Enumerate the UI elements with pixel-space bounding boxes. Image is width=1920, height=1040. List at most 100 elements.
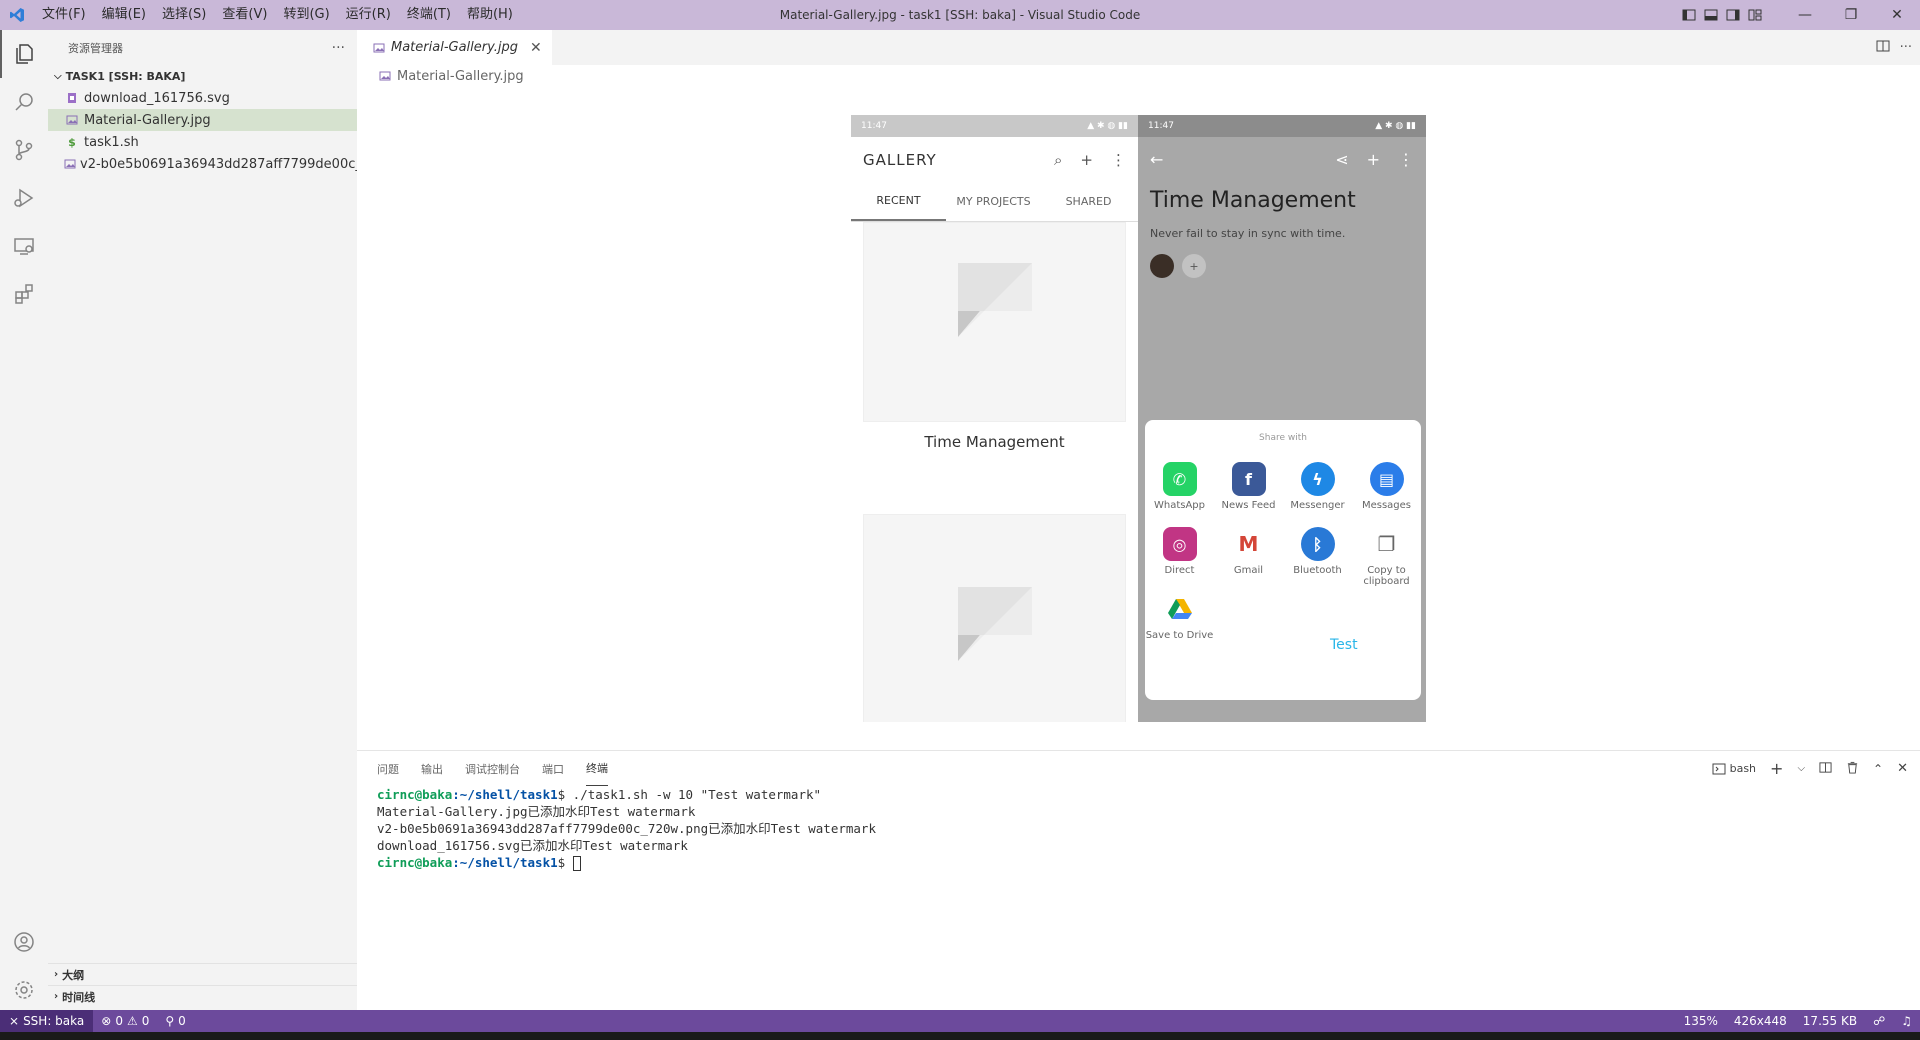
add-person-icon: +	[1182, 254, 1206, 278]
status-right: 135% 426x448 17.55 KB ☍ ♫	[1676, 1010, 1920, 1032]
terminal-line: cirnc@baka:~/shell/task1$ ./task1.sh -w …	[377, 786, 1920, 803]
notifications-bell-icon[interactable]: ♫	[1893, 1014, 1920, 1028]
menu-run[interactable]: 运行(R)	[338, 0, 399, 30]
tab-material-gallery[interactable]: Material-Gallery.jpg ✕	[357, 30, 552, 65]
workspace-section[interactable]: ⌵ TASK1 [SSH: BAKA]	[48, 65, 357, 87]
toggle-primary-sidebar-icon[interactable]	[1678, 0, 1700, 30]
remote-indicator[interactable]: ⨯ SSH: baka	[0, 1010, 94, 1032]
close-button[interactable]: ✕	[1874, 0, 1920, 30]
panel-actions: bash + ⌵ ⌃ ✕	[1712, 751, 1908, 786]
feedback-icon[interactable]: ☍	[1865, 1014, 1893, 1028]
file-name: task1.sh	[84, 134, 139, 150]
toggle-secondary-sidebar-icon[interactable]	[1722, 0, 1744, 30]
customize-layout-icon[interactable]	[1744, 0, 1766, 30]
back-arrow-icon: ←	[1150, 150, 1164, 169]
search-icon[interactable]	[0, 78, 48, 126]
gallery-actions: ⌕ + ⋮	[1054, 151, 1126, 169]
tab-debug-console[interactable]: 调试控制台	[465, 751, 520, 786]
timeline-section[interactable]: › 时间线	[48, 985, 357, 1007]
avatar	[1150, 254, 1174, 278]
window-controls: — ❐ ✕	[1678, 0, 1920, 30]
menu-view[interactable]: 查看(V)	[214, 0, 275, 30]
menu-help[interactable]: 帮助(H)	[459, 0, 521, 30]
menu-file[interactable]: 文件(F)	[34, 0, 94, 30]
gallery-title: GALLERY	[863, 150, 937, 169]
phone-status-icons: ▲ ✱ ◍ ▮▮	[1087, 121, 1128, 131]
antenna-icon: ⚲	[165, 1014, 175, 1028]
more-actions-icon[interactable]: ···	[332, 40, 345, 56]
chevron-down-icon: ⌵	[54, 70, 62, 82]
menu-bar: 文件(F) 编辑(E) 选择(S) 查看(V) 转到(G) 运行(R) 终端(T…	[34, 0, 521, 30]
tab-terminal[interactable]: 终端	[586, 751, 608, 786]
image-file-icon	[64, 156, 76, 172]
error-icon: ⊗	[101, 1014, 112, 1028]
copy-icon: ❐	[1369, 527, 1404, 561]
terminal-line: download_161756.svg已添加水印Test watermark	[377, 838, 688, 853]
run-debug-icon[interactable]	[0, 174, 48, 222]
close-panel-icon[interactable]: ✕	[1897, 761, 1908, 776]
outline-section[interactable]: › 大纲	[48, 963, 357, 985]
trash-icon[interactable]	[1846, 761, 1859, 777]
detail-app-bar: ← ⋖ + ⋮	[1138, 137, 1426, 182]
prompt-path: :~/shell/task1	[452, 855, 558, 870]
file-name: v2-b0e5b0691a36943dd287aff7799de00c_720.…	[80, 156, 357, 172]
prompt-path: :~/shell/task1	[452, 787, 558, 802]
share-app-messages: ▤ Messages	[1352, 462, 1421, 511]
activity-bar	[0, 30, 48, 1010]
tab-output[interactable]: 输出	[421, 751, 443, 786]
gallery-app-bar: GALLERY ⌕ + ⋮	[851, 137, 1138, 182]
terminal-line: Material-Gallery.jpg已添加水印Test watermark	[377, 804, 696, 819]
remote-explorer-icon[interactable]	[0, 222, 48, 270]
extensions-icon[interactable]	[0, 270, 48, 318]
tab-problems[interactable]: 问题	[377, 751, 399, 786]
zoom-level[interactable]: 135%	[1676, 1014, 1726, 1028]
file-item-task1-sh[interactable]: $ task1.sh	[48, 131, 357, 153]
more-actions-icon[interactable]: ···	[1900, 40, 1912, 55]
overflow-menu-icon: ⋮	[1398, 150, 1414, 169]
menu-go[interactable]: 转到(G)	[275, 0, 337, 30]
chevron-down-icon[interactable]: ⌵	[1797, 763, 1805, 774]
settings-gear-icon[interactable]	[0, 966, 48, 1014]
close-icon[interactable]: ✕	[530, 40, 542, 56]
image-size: 17.55 KB	[1802, 1014, 1858, 1028]
tab-label: Material-Gallery.jpg	[391, 40, 519, 55]
source-control-icon[interactable]	[0, 126, 48, 174]
accounts-icon[interactable]	[0, 918, 48, 966]
menu-selection[interactable]: 选择(S)	[154, 0, 214, 30]
app-label: Copy to clipboard	[1363, 565, 1410, 587]
menu-terminal[interactable]: 终端(T)	[399, 0, 459, 30]
phone-status-bar: 11:47 ▲ ✱ ◍ ▮▮	[1138, 115, 1426, 137]
new-terminal-icon[interactable]: +	[1770, 759, 1783, 778]
terminal-output[interactable]: cirnc@baka:~/shell/task1$ ./task1.sh -w …	[357, 786, 1920, 871]
file-item-v2-png[interactable]: v2-b0e5b0691a36943dd287aff7799de00c_720.…	[48, 153, 357, 175]
app-label: Messages	[1361, 500, 1412, 511]
split-editor-icon[interactable]	[1876, 39, 1890, 57]
warning-count: 0	[141, 1014, 150, 1028]
breadcrumb-file[interactable]: Material-Gallery.jpg	[397, 69, 524, 84]
share-header: Share with	[1259, 433, 1307, 443]
detail-screen: 11:47 ▲ ✱ ◍ ▮▮ ← ⋖ + ⋮ Time Management N…	[1138, 115, 1426, 722]
problems-indicator[interactable]: ⊗ 0 ⚠ 0	[93, 1014, 157, 1028]
minimize-button[interactable]: —	[1782, 0, 1828, 30]
editor-tabs: Material-Gallery.jpg ✕ ···	[357, 30, 1920, 65]
add-icon: +	[1366, 150, 1380, 169]
split-terminal-icon[interactable]	[1819, 761, 1832, 777]
breadcrumb: Material-Gallery.jpg	[357, 65, 1920, 87]
maximize-panel-icon[interactable]: ⌃	[1873, 762, 1883, 776]
ports-indicator[interactable]: ⚲ 0	[157, 1014, 193, 1028]
image-dimensions: 426x448	[1733, 1014, 1787, 1028]
terminal-shell-selector[interactable]: bash	[1712, 762, 1756, 776]
file-name: Material-Gallery.jpg	[84, 112, 211, 128]
menu-edit[interactable]: 编辑(E)	[94, 0, 154, 30]
share-app-news-feed: f News Feed	[1214, 462, 1283, 511]
tab-ports[interactable]: 端口	[542, 751, 564, 786]
file-item-material-gallery[interactable]: Material-Gallery.jpg	[48, 109, 357, 131]
restore-button[interactable]: ❐	[1828, 0, 1874, 30]
image-preview[interactable]: 11:47 ▲ ✱ ◍ ▮▮ GALLERY ⌕ + ⋮ RECENT MY P…	[851, 115, 1426, 722]
file-item-svg[interactable]: download_161756.svg	[48, 87, 357, 109]
detail-subtitle: Never fail to stay in sync with time.	[1150, 227, 1346, 240]
phone-time: 11:47	[861, 121, 887, 131]
explorer-icon[interactable]	[0, 30, 48, 78]
toggle-panel-icon[interactable]	[1700, 0, 1722, 30]
share-sheet: Share with ✆ WhatsApp f News Feed ϟ Mess…	[1145, 420, 1421, 700]
